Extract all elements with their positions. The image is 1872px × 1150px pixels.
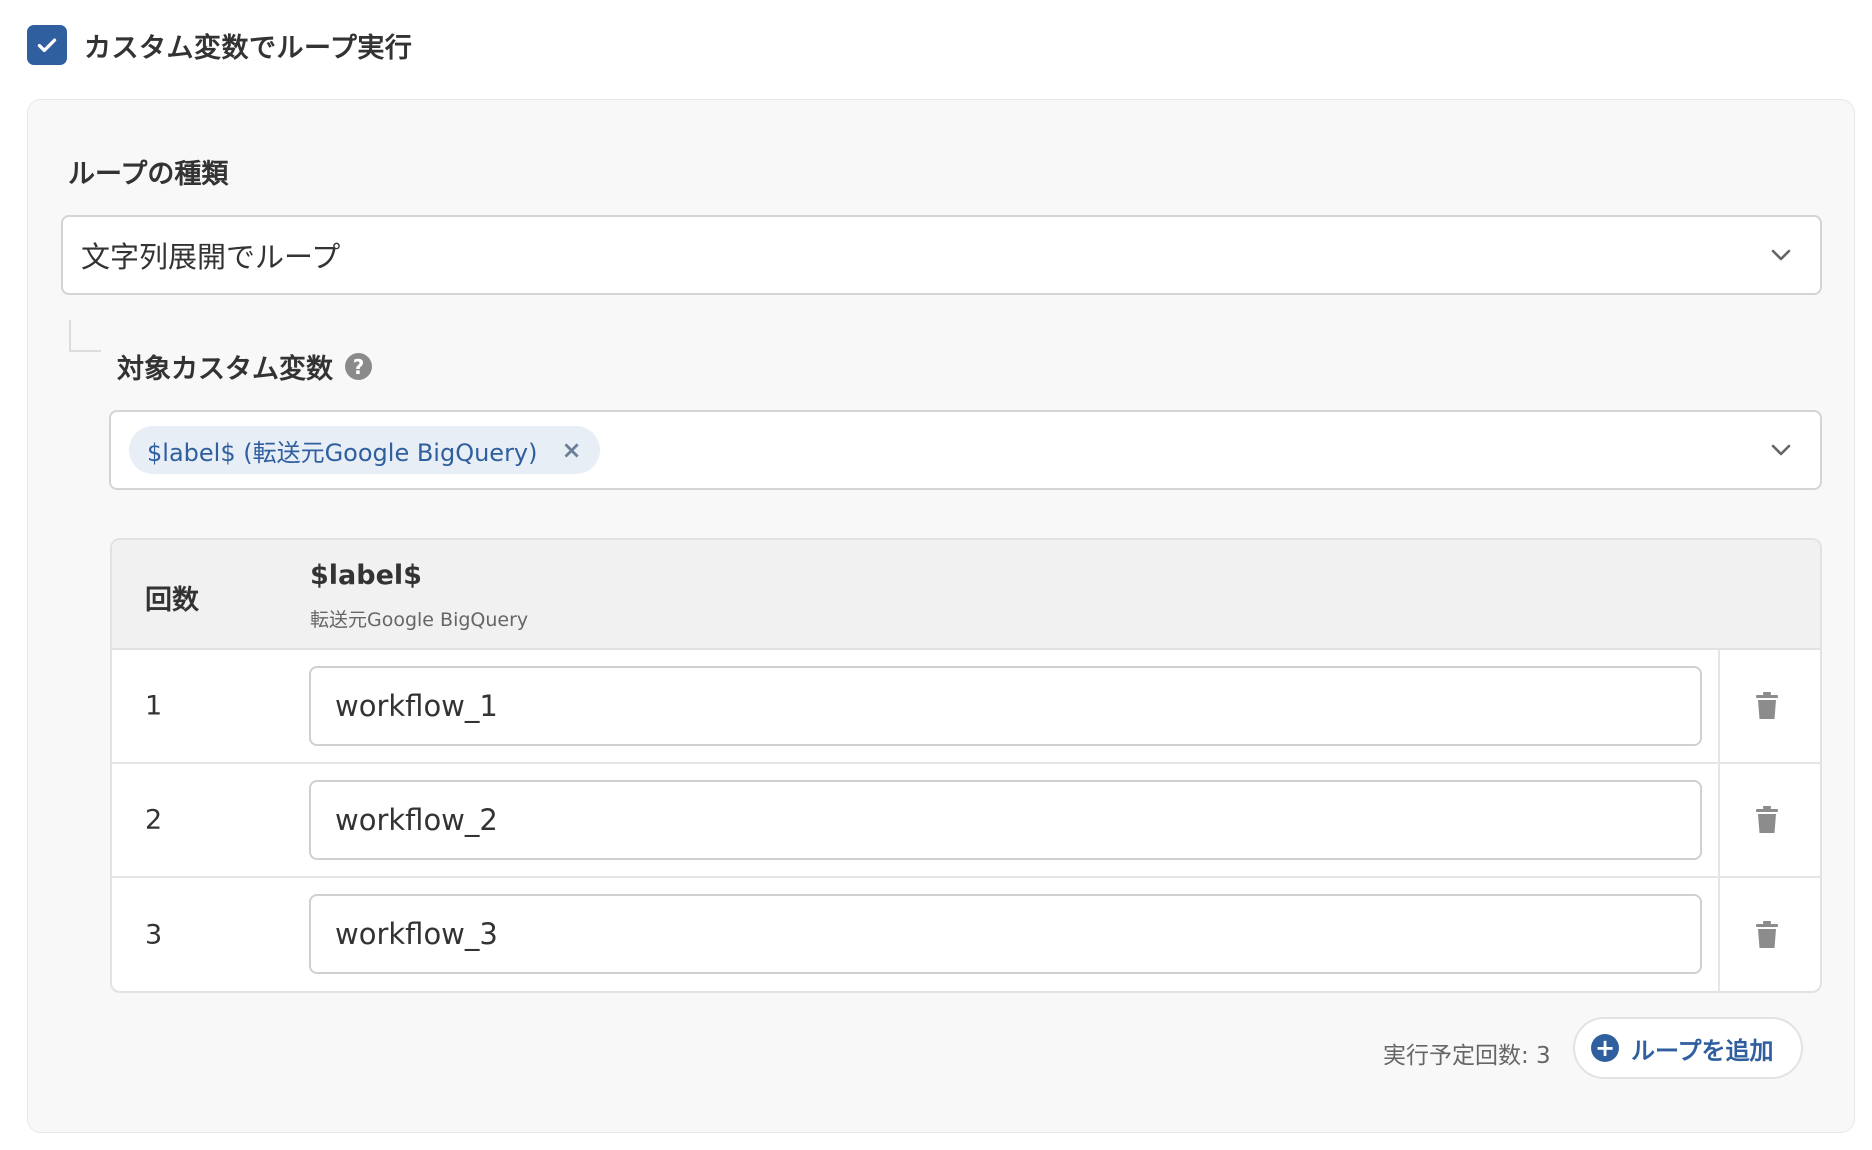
add-loop-label: ループを追加 xyxy=(1631,1036,1774,1065)
trash-icon xyxy=(1756,692,1778,719)
target-variable-select[interactable]: $label$ (転送元Google BigQuery) × xyxy=(109,410,1822,490)
column-header-variable-source: 転送元Google BigQuery xyxy=(310,609,529,631)
target-variable-label: 対象カスタム変数 ? xyxy=(117,347,372,386)
plus-circle-icon: + xyxy=(1591,1034,1619,1062)
row-divider xyxy=(1718,650,1720,762)
delete-row-button[interactable] xyxy=(1749,686,1785,726)
row-value-input[interactable] xyxy=(309,894,1702,974)
loop-values-table: 回数 $label$ 転送元Google BigQuery 1 2 3 xyxy=(110,538,1822,993)
table-row: 1 xyxy=(112,650,1820,764)
row-value-input[interactable] xyxy=(309,780,1702,860)
chevron-down-icon xyxy=(1771,444,1791,456)
loop-checkbox-label: カスタム変数でループ実行 xyxy=(84,32,413,64)
close-icon[interactable]: × xyxy=(562,436,582,464)
row-number: 1 xyxy=(145,690,163,722)
loop-type-select[interactable]: 文字列展開でループ xyxy=(61,215,1822,295)
add-loop-button[interactable]: + ループを追加 xyxy=(1573,1017,1803,1079)
table-header: 回数 $label$ 転送元Google BigQuery xyxy=(112,540,1820,650)
delete-row-button[interactable] xyxy=(1749,915,1785,955)
scheduled-run-count: 実行予定回数: 3 xyxy=(1383,1043,1551,1069)
loop-type-selected-value: 文字列展開でループ xyxy=(81,240,341,274)
table-row: 2 xyxy=(112,764,1820,878)
row-divider xyxy=(1718,764,1720,876)
loop-checkbox[interactable] xyxy=(27,25,67,65)
table-row: 3 xyxy=(112,878,1820,991)
delete-row-button[interactable] xyxy=(1749,800,1785,840)
selected-variable-tag: $label$ (転送元Google BigQuery) × xyxy=(129,426,600,474)
column-header-count: 回数 xyxy=(145,585,199,616)
selected-variable-tag-label: $label$ (転送元Google BigQuery) xyxy=(147,438,538,467)
column-header-variable: $label$ xyxy=(310,560,422,591)
chevron-down-icon xyxy=(1771,249,1791,261)
trash-icon xyxy=(1756,921,1778,948)
row-number: 2 xyxy=(145,804,163,836)
loop-with-custom-variable-toggle[interactable]: カスタム変数でループ実行 xyxy=(27,24,412,66)
check-icon xyxy=(37,38,57,53)
trash-icon xyxy=(1756,806,1778,833)
row-value-input[interactable] xyxy=(309,666,1702,746)
question-circle-icon[interactable]: ? xyxy=(345,353,372,380)
row-divider xyxy=(1718,878,1720,991)
row-number: 3 xyxy=(145,919,163,951)
tree-connector xyxy=(69,320,101,352)
loop-type-label: ループの種類 xyxy=(68,159,229,190)
target-variable-label-text: 対象カスタム変数 xyxy=(117,354,333,385)
